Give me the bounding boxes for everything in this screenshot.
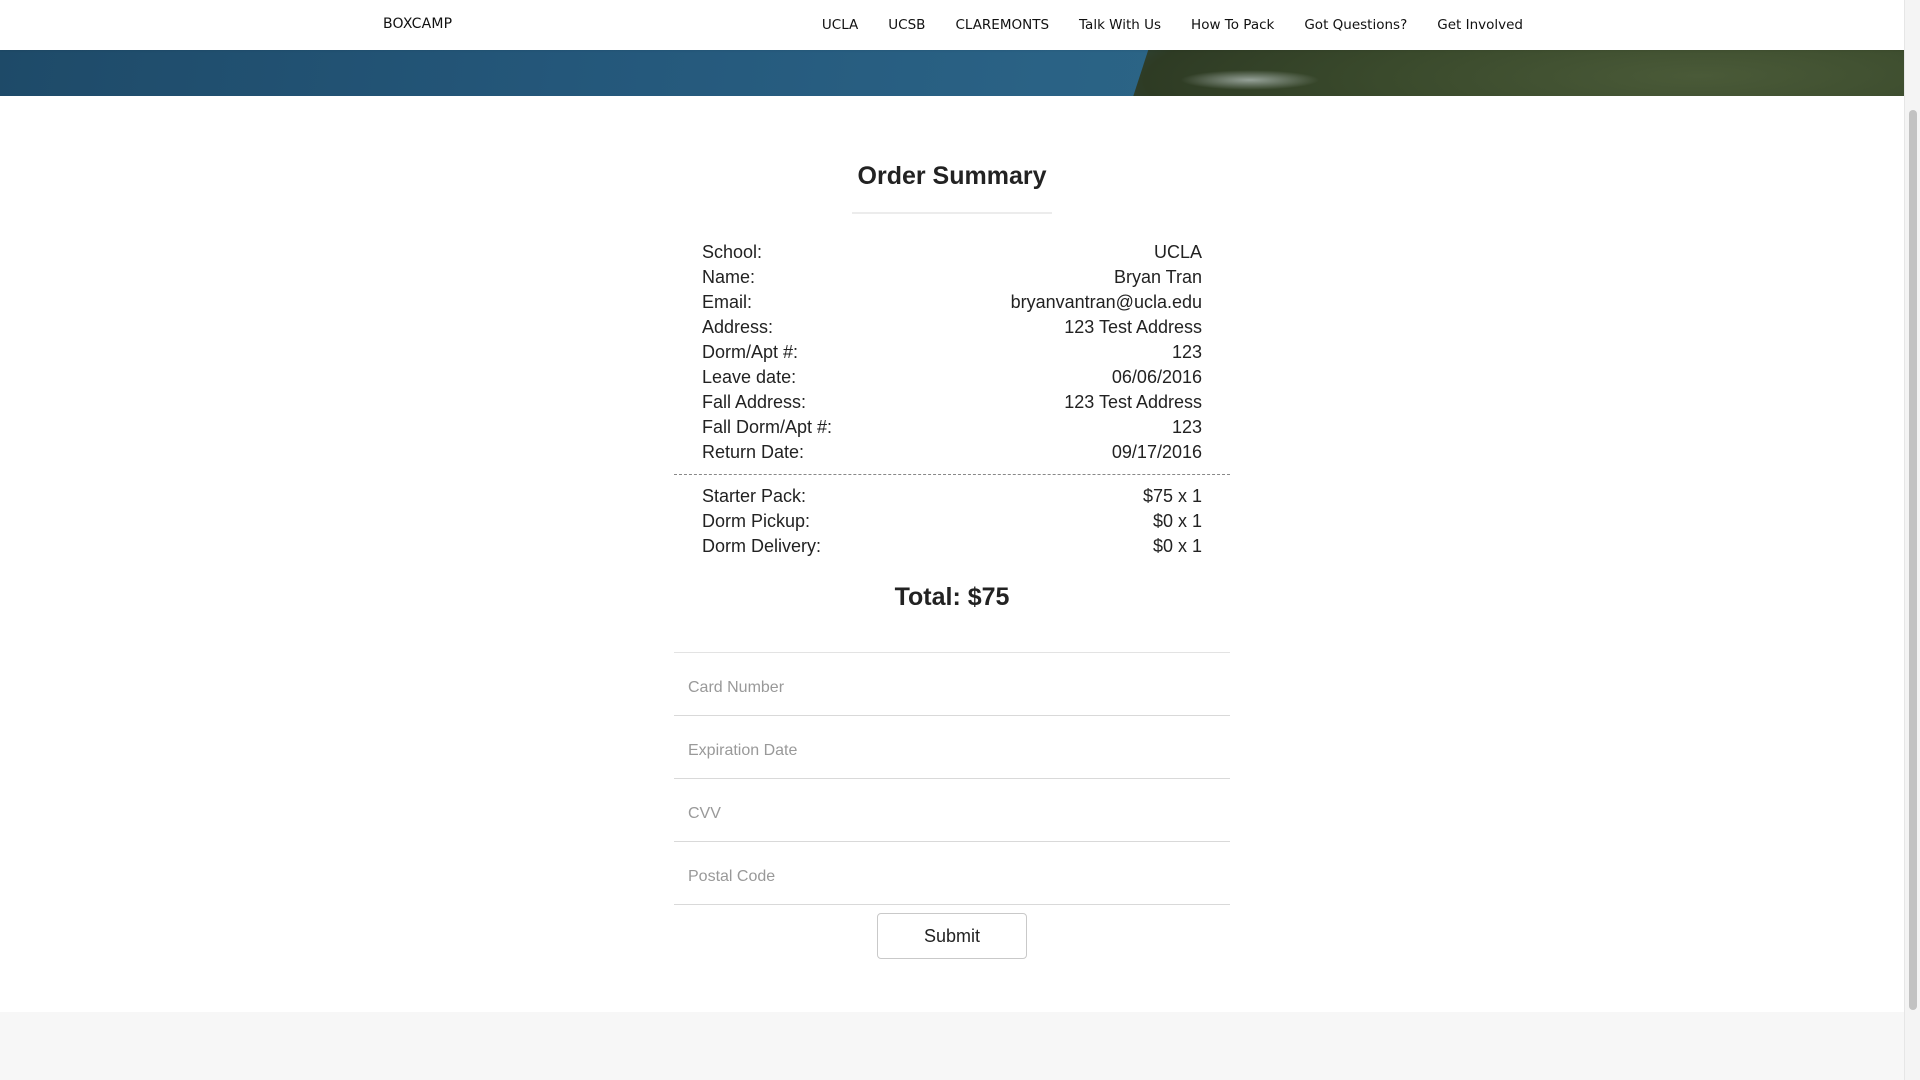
detail-row-school: School: UCLA bbox=[702, 240, 1202, 265]
hero-wave-foam bbox=[1180, 70, 1320, 90]
submit-button[interactable]: Submit bbox=[877, 913, 1027, 959]
detail-value: 123 bbox=[1171, 417, 1202, 437]
item-row-dorm-pickup: Dorm Pickup: $0 x 1 bbox=[702, 509, 1202, 534]
detail-row-address: Address: 123 Test Address bbox=[702, 315, 1202, 340]
page-footer bbox=[0, 1012, 1905, 1080]
page: BOXCAMP UCLA UCSB CLAREMONTS Talk With U… bbox=[0, 0, 1920, 1080]
title-divider bbox=[852, 212, 1052, 214]
nav-link-how-to-pack[interactable]: How To Pack bbox=[1191, 17, 1274, 33]
expiration-date-field-wrapper bbox=[674, 716, 1230, 779]
detail-label: Leave date: bbox=[702, 367, 797, 387]
detail-value: UCLA bbox=[1153, 242, 1202, 262]
order-summary-section: Order Summary School: UCLA Name: Bryan T… bbox=[674, 96, 1230, 959]
detail-row-leave-date: Leave date: 06/06/2016 bbox=[702, 365, 1202, 390]
nav-link-ucla[interactable]: UCLA bbox=[822, 17, 858, 33]
item-price: $0 x 1 bbox=[1152, 536, 1202, 556]
nav-links: UCLA UCSB CLAREMONTS Talk With Us How To… bbox=[822, 0, 1523, 50]
nav-link-talk-with-us[interactable]: Talk With Us bbox=[1079, 17, 1161, 33]
item-price: $0 x 1 bbox=[1152, 511, 1202, 531]
item-row-dorm-delivery: Dorm Delivery: $0 x 1 bbox=[702, 534, 1202, 559]
cvv-field-wrapper bbox=[674, 779, 1230, 842]
item-row-starter-pack: Starter Pack: $75 x 1 bbox=[702, 484, 1202, 509]
detail-label: School: bbox=[702, 242, 763, 262]
detail-row-dorm-apt: Dorm/Apt #: 123 bbox=[702, 340, 1202, 365]
detail-label: Email: bbox=[702, 292, 753, 312]
brand-logo-link[interactable]: BOXCAMP bbox=[383, 16, 452, 32]
item-label: Dorm Pickup: bbox=[702, 511, 811, 531]
detail-row-email: Email: bryanvantran@ucla.edu bbox=[702, 290, 1202, 315]
detail-value: 123 Test Address bbox=[1064, 317, 1202, 337]
postal-code-field-wrapper bbox=[674, 842, 1230, 905]
payment-form: Submit bbox=[674, 652, 1230, 959]
order-summary-title: Order Summary bbox=[857, 162, 1047, 190]
postal-code-input[interactable] bbox=[674, 868, 1230, 886]
item-label: Dorm Delivery: bbox=[702, 536, 822, 556]
detail-value: Bryan Tran bbox=[1113, 267, 1202, 287]
detail-value: bryanvantran@ucla.edu bbox=[1010, 292, 1202, 312]
detail-value: 123 bbox=[1171, 342, 1202, 362]
scrollbar-thumb[interactable] bbox=[1909, 110, 1917, 1010]
detail-label: Fall Address: bbox=[702, 392, 807, 412]
submit-wrapper: Submit bbox=[674, 913, 1230, 959]
cvv-input[interactable] bbox=[674, 805, 1230, 823]
card-number-field-wrapper bbox=[674, 653, 1230, 716]
detail-label: Address: bbox=[702, 317, 774, 337]
detail-value: 09/17/2016 bbox=[1111, 442, 1202, 462]
order-total: Total: $75 bbox=[894, 583, 1010, 611]
nav-link-got-questions[interactable]: Got Questions? bbox=[1304, 17, 1407, 33]
item-price: $75 x 1 bbox=[1142, 486, 1202, 506]
order-items-list: Starter Pack: $75 x 1 Dorm Pickup: $0 x … bbox=[674, 484, 1230, 559]
dashed-divider bbox=[674, 474, 1230, 475]
detail-row-fall-dorm-apt: Fall Dorm/Apt #: 123 bbox=[702, 415, 1202, 440]
detail-row-name: Name: Bryan Tran bbox=[702, 265, 1202, 290]
nav-link-get-involved[interactable]: Get Involved bbox=[1437, 17, 1523, 33]
detail-row-fall-address: Fall Address: 123 Test Address bbox=[702, 390, 1202, 415]
detail-value: 123 Test Address bbox=[1064, 392, 1202, 412]
detail-label: Fall Dorm/Apt #: bbox=[702, 417, 833, 437]
order-details-list: School: UCLA Name: Bryan Tran Email: bry… bbox=[674, 240, 1230, 465]
expiration-date-input[interactable] bbox=[674, 742, 1230, 760]
top-navbar: BOXCAMP UCLA UCSB CLAREMONTS Talk With U… bbox=[0, 0, 1905, 50]
card-number-input[interactable] bbox=[674, 679, 1230, 697]
detail-row-return-date: Return Date: 09/17/2016 bbox=[702, 440, 1202, 465]
vertical-scrollbar[interactable] bbox=[1904, 0, 1920, 1080]
detail-label: Name: bbox=[702, 267, 756, 287]
item-label: Starter Pack: bbox=[702, 486, 807, 506]
nav-link-ucsb[interactable]: UCSB bbox=[888, 17, 925, 33]
detail-label: Dorm/Apt #: bbox=[702, 342, 799, 362]
detail-label: Return Date: bbox=[702, 442, 805, 462]
detail-value: 06/06/2016 bbox=[1111, 367, 1202, 387]
nav-link-claremonts[interactable]: CLAREMONTS bbox=[955, 17, 1049, 33]
